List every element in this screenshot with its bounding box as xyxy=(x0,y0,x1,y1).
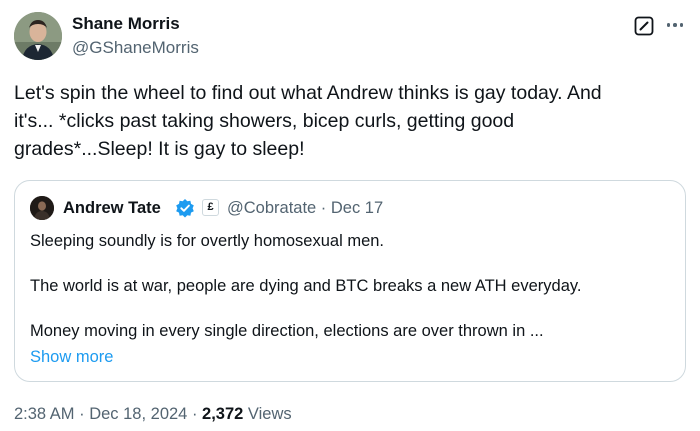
tweet-metadata: 2:38 AM · Dec 18, 2024 · 2,372 Views xyxy=(14,404,292,424)
quoted-tweet[interactable]: Andrew Tate £ @Cobratate · Dec 17 Sleepi… xyxy=(14,180,686,382)
show-more-link[interactable]: Show more xyxy=(30,347,113,367)
quoted-text-line: Money moving in every single direction, … xyxy=(30,322,544,340)
quoted-author-name[interactable]: Andrew Tate xyxy=(63,198,161,218)
author-handle[interactable]: @GShaneMorris xyxy=(72,38,199,58)
quoted-text-line: Sleeping soundly is for overtly homosexu… xyxy=(30,232,385,250)
verified-badge-icon xyxy=(175,198,195,218)
quoted-author-avatar[interactable] xyxy=(30,196,54,220)
quoted-handle-date[interactable]: @Cobratate · Dec 17 xyxy=(227,198,383,218)
quoted-tweet-text: Sleeping soundly is for overtly homosexu… xyxy=(30,231,670,341)
author-avatar[interactable] xyxy=(14,12,62,60)
timestamp[interactable]: 2:38 AM · Dec 18, 2024 · xyxy=(14,405,202,423)
tweet-text-line: it's... *clicks past taking showers, bic… xyxy=(14,110,515,132)
affiliate-badge-icon[interactable]: £ xyxy=(202,199,219,216)
grok-button[interactable] xyxy=(634,16,654,36)
tweet-text-line: grades*...Sleep! It is gay to sleep! xyxy=(14,138,305,160)
grok-icon xyxy=(634,16,654,36)
quoted-text-line: The world is at war, people are dying an… xyxy=(30,277,582,295)
more-dot xyxy=(679,23,684,27)
more-options-icon xyxy=(666,23,671,27)
tweet-container: Shane Morris @GShaneMorris Let's spin th… xyxy=(0,0,700,431)
profile-photo-icon xyxy=(14,12,62,60)
more-options-button[interactable] xyxy=(664,14,686,36)
more-dot xyxy=(673,23,677,27)
views-label: Views xyxy=(243,405,292,423)
author-name[interactable]: Shane Morris xyxy=(72,14,180,34)
tweet-text: Let's spin the wheel to find out what An… xyxy=(14,79,684,163)
quoted-profile-photo-icon xyxy=(30,196,54,220)
views-count[interactable]: 2,372 xyxy=(202,405,243,423)
tweet-text-line: Let's spin the wheel to find out what An… xyxy=(14,82,602,104)
